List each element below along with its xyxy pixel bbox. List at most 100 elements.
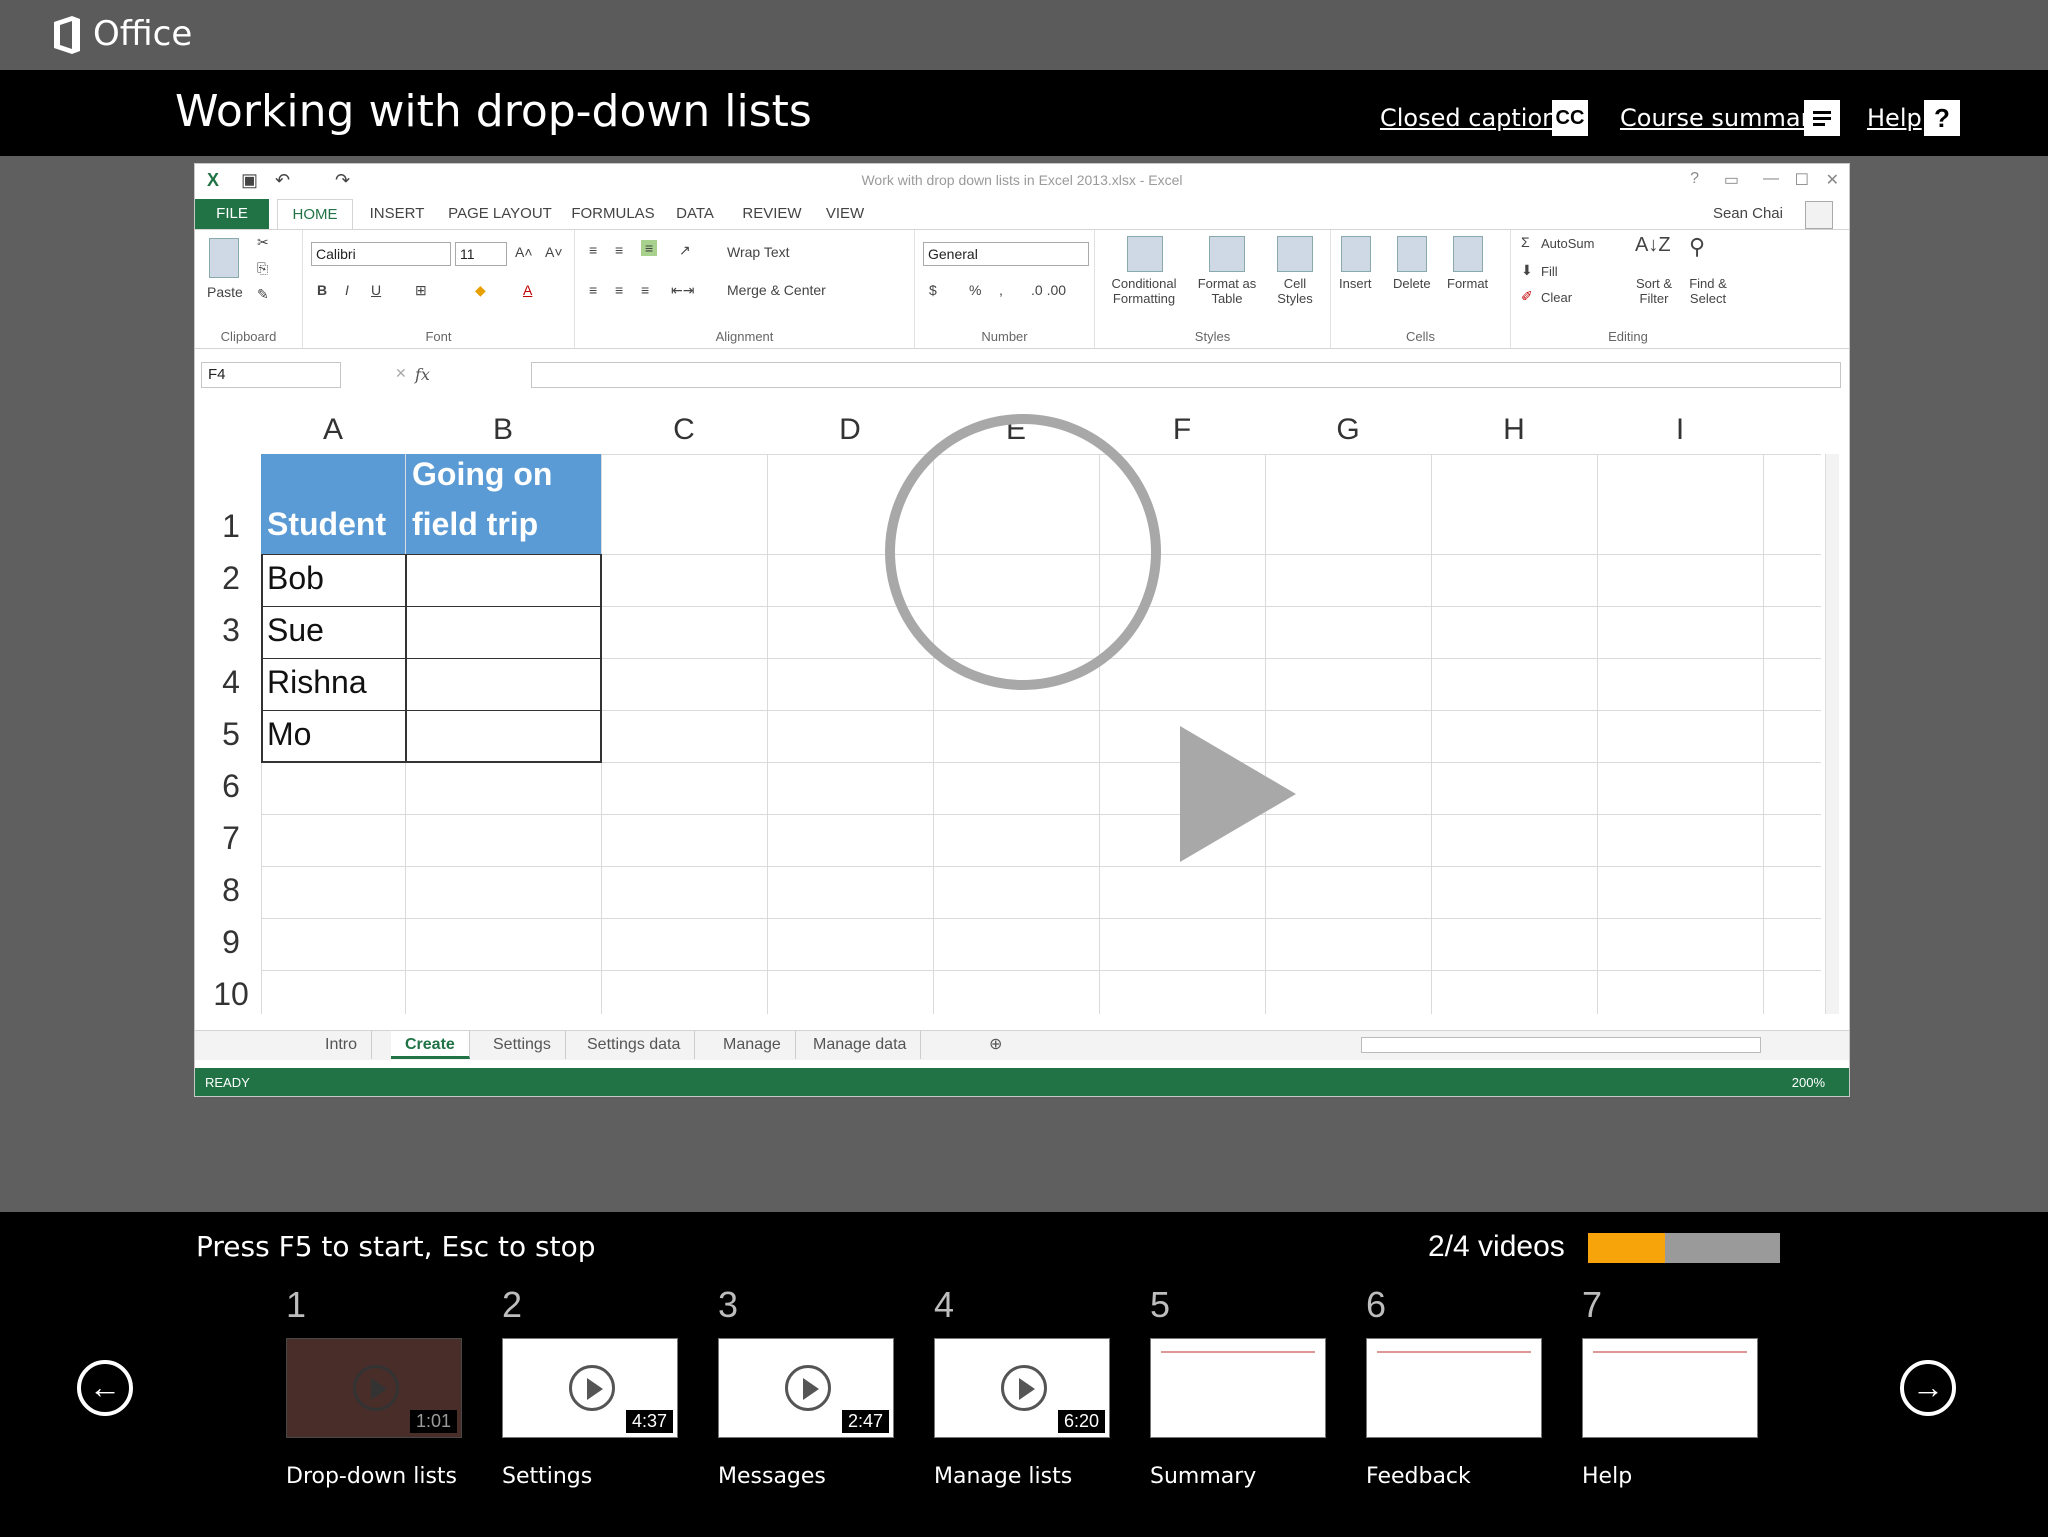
sort-filter-button[interactable]: Sort & Filter: [1629, 276, 1679, 306]
font-size-select[interactable]: 11: [455, 242, 507, 266]
add-sheet-icon[interactable]: ⊕: [975, 1031, 1016, 1059]
borders-icon[interactable]: ⊞: [415, 282, 427, 299]
cell-styles-button[interactable]: Cell Styles: [1267, 276, 1323, 306]
format-as-table-button[interactable]: Format as Table: [1189, 276, 1265, 306]
paste-icon[interactable]: [209, 238, 239, 278]
top-align-icon[interactable]: ≡: [589, 242, 597, 258]
next-arrow-icon[interactable]: →: [1900, 1360, 1956, 1416]
cc-icon[interactable]: CC: [1552, 100, 1588, 136]
sheet-tab[interactable]: Intro: [311, 1031, 373, 1059]
wrap-text-button[interactable]: Wrap Text: [727, 244, 790, 260]
avatar[interactable]: [1805, 201, 1833, 229]
shrink-font-icon[interactable]: A˅: [545, 244, 563, 260]
horizontal-scrollbar[interactable]: [1361, 1037, 1761, 1053]
row-header[interactable]: 8: [201, 872, 261, 909]
video-thumbnail[interactable]: [1150, 1338, 1326, 1438]
thumbnail-label[interactable]: Messages: [718, 1464, 826, 1489]
sort-icon[interactable]: A↓Z: [1635, 234, 1671, 257]
student-cell[interactable]: Bob: [261, 560, 324, 597]
row-header[interactable]: 5: [201, 716, 261, 753]
tab-view[interactable]: VIEW: [815, 199, 875, 229]
paste-button[interactable]: Paste: [207, 284, 243, 300]
bold-button[interactable]: B: [317, 282, 327, 298]
column-header[interactable]: C: [601, 406, 767, 454]
student-cell[interactable]: Sue: [261, 612, 324, 649]
header-cell-a1[interactable]: Student: [261, 454, 405, 554]
help-link[interactable]: Help: [1867, 104, 1922, 132]
decimal-icon[interactable]: .0 .00: [1031, 282, 1066, 298]
row-header[interactable]: 9: [201, 924, 261, 961]
insert-function-icon[interactable]: fx: [415, 365, 430, 384]
tab-data[interactable]: DATA: [667, 199, 723, 229]
conditional-formatting-button[interactable]: Conditional Formatting: [1101, 276, 1187, 306]
ribbon-display-icon[interactable]: ▭: [1724, 170, 1739, 190]
thumbnail-label[interactable]: Help: [1582, 1464, 1632, 1489]
column-header[interactable]: I: [1597, 406, 1763, 454]
help-icon[interactable]: ?: [1924, 100, 1960, 136]
conditional-formatting-icon[interactable]: [1127, 236, 1163, 272]
video-thumbnail[interactable]: [1366, 1338, 1542, 1438]
align-left-icon[interactable]: ≡: [589, 282, 597, 298]
merge-center-button[interactable]: Merge & Center: [727, 282, 826, 298]
clear-icon[interactable]: ✐: [1521, 288, 1533, 305]
align-right-icon[interactable]: ≡: [641, 282, 649, 298]
find-select-button[interactable]: Find & Select: [1681, 276, 1735, 306]
bottom-align-icon[interactable]: ≡: [641, 240, 658, 256]
tab-formulas[interactable]: FORMULAS: [565, 199, 661, 229]
student-cell[interactable]: Mo: [261, 716, 311, 753]
cut-icon[interactable]: ✂: [257, 234, 269, 251]
underline-button[interactable]: U: [371, 282, 381, 298]
previous-arrow-icon[interactable]: ←: [77, 1360, 133, 1416]
sheet-tab[interactable]: Manage data: [799, 1031, 922, 1059]
video-thumbnail[interactable]: [1582, 1338, 1758, 1438]
thumbnail-label[interactable]: Settings: [502, 1464, 592, 1489]
grow-font-icon[interactable]: A˄: [515, 244, 533, 260]
help-question-icon[interactable]: ?: [1690, 170, 1699, 188]
delete-cells-icon[interactable]: [1397, 236, 1427, 272]
column-header[interactable]: G: [1265, 406, 1431, 454]
header-cell-b1[interactable]: Going on field trip: [406, 454, 601, 554]
course-summary-link[interactable]: Course summary: [1620, 104, 1825, 132]
summary-icon[interactable]: [1804, 100, 1840, 136]
column-header[interactable]: H: [1431, 406, 1597, 454]
tab-page-layout[interactable]: PAGE LAYOUT: [445, 199, 555, 229]
excel-video-frame[interactable]: X ▣ ↶ ↷ Work with drop down lists in Exc…: [194, 163, 1850, 1097]
closed-captions-link[interactable]: Closed captions: [1380, 104, 1570, 132]
thumbnail-label[interactable]: Drop-down lists: [286, 1464, 457, 1489]
format-cells-button[interactable]: Format: [1447, 276, 1488, 291]
thumbnail-label[interactable]: Summary: [1150, 1464, 1256, 1489]
font-name-select[interactable]: Calibri: [311, 242, 451, 266]
column-header[interactable]: B: [405, 406, 601, 454]
video-thumbnail[interactable]: 6:20: [934, 1338, 1110, 1438]
format-cells-icon[interactable]: [1453, 236, 1483, 272]
align-center-icon[interactable]: ≡: [615, 282, 623, 298]
autosum-button[interactable]: AutoSum: [1541, 236, 1594, 251]
insert-cells-button[interactable]: Insert: [1339, 276, 1372, 291]
tab-insert[interactable]: INSERT: [361, 199, 433, 229]
play-button[interactable]: [885, 414, 1161, 690]
row-header[interactable]: 1: [201, 508, 261, 545]
delete-cells-button[interactable]: Delete: [1393, 276, 1431, 291]
insert-cells-icon[interactable]: [1341, 236, 1371, 272]
number-format-select[interactable]: General: [923, 242, 1089, 266]
video-thumbnail[interactable]: 2:47: [718, 1338, 894, 1438]
cell-styles-icon[interactable]: [1277, 236, 1313, 272]
row-header[interactable]: 4: [201, 664, 261, 701]
middle-align-icon[interactable]: ≡: [615, 242, 623, 258]
sheet-tab[interactable]: Settings data: [573, 1031, 696, 1059]
sheet-tab[interactable]: Manage: [709, 1031, 796, 1059]
indent-icon[interactable]: ⇤⇥: [671, 282, 694, 299]
video-thumbnail[interactable]: 4:37: [502, 1338, 678, 1438]
clear-button[interactable]: Clear: [1541, 290, 1572, 305]
student-cell[interactable]: Rishna: [261, 664, 367, 701]
row-header[interactable]: 7: [201, 820, 261, 857]
video-thumbnail[interactable]: 1:01: [286, 1338, 462, 1438]
formula-input[interactable]: [531, 362, 1841, 388]
minimize-icon[interactable]: —: [1763, 170, 1779, 188]
sheet-tab[interactable]: Settings: [479, 1031, 566, 1059]
comma-icon[interactable]: ,: [999, 282, 1003, 298]
fill-button[interactable]: Fill: [1541, 264, 1558, 279]
percent-button[interactable]: %: [969, 282, 981, 298]
orientation-icon[interactable]: ↗: [679, 242, 691, 259]
thumbnail-label[interactable]: Feedback: [1366, 1464, 1471, 1489]
